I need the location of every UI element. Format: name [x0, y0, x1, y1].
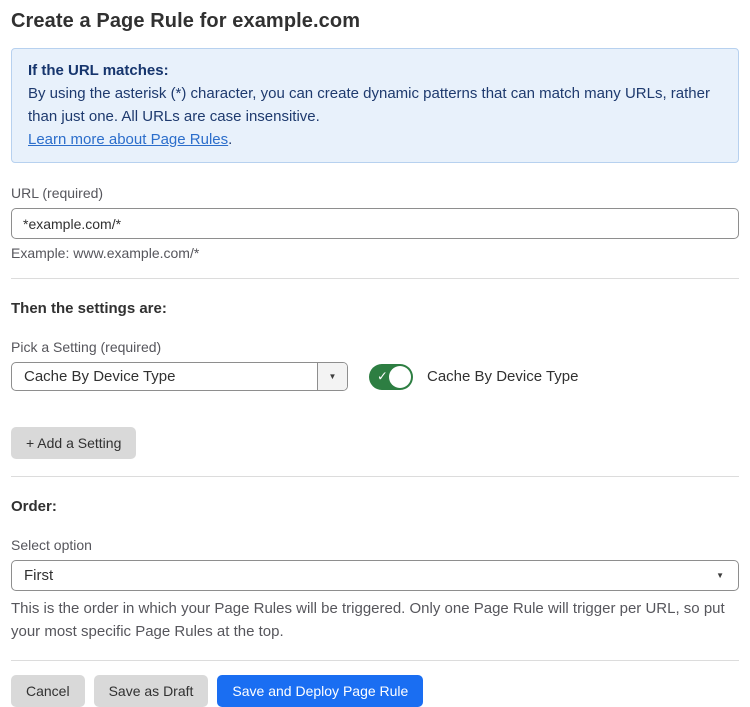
create-page-rule-form: Create a Page Rule for example.com If th…: [0, 0, 750, 707]
url-matches-info-box: If the URL matches: By using the asteris…: [11, 48, 739, 163]
setting-dropdown-value: Cache By Device Type: [12, 363, 317, 390]
setting-dropdown-arrow-button[interactable]: ▼: [317, 363, 347, 390]
learn-more-link[interactable]: Learn more about Page Rules: [28, 131, 228, 148]
url-field-label: URL (required): [11, 185, 739, 201]
link-period: .: [228, 131, 232, 148]
cancel-button[interactable]: Cancel: [11, 675, 85, 707]
order-select-label: Select option: [11, 537, 739, 553]
page-title: Create a Page Rule for example.com: [11, 10, 739, 33]
info-box-link-line: Learn more about Page Rules.: [28, 128, 722, 151]
divider: [11, 278, 739, 279]
toggle-knob: [389, 366, 411, 388]
settings-section-heading: Then the settings are:: [11, 300, 739, 317]
setting-row: Cache By Device Type ▼ ✓ Cache By Device…: [11, 362, 739, 391]
pick-setting-label: Pick a Setting (required): [11, 339, 739, 355]
setting-dropdown[interactable]: Cache By Device Type ▼: [11, 362, 348, 391]
chevron-down-icon: ▼: [329, 373, 337, 381]
order-select[interactable]: First ▼: [11, 560, 739, 591]
order-section-heading: Order:: [11, 498, 739, 515]
divider: [11, 660, 739, 661]
order-help-text: This is the order in which your Page Rul…: [11, 597, 739, 643]
save-as-draft-button[interactable]: Save as Draft: [94, 675, 209, 707]
cache-by-device-type-toggle[interactable]: ✓: [369, 364, 413, 390]
add-setting-button[interactable]: + Add a Setting: [11, 427, 136, 459]
info-box-heading: If the URL matches:: [28, 59, 722, 82]
url-input[interactable]: [11, 208, 739, 239]
info-box-body: By using the asterisk (*) character, you…: [28, 82, 722, 128]
url-example-hint: Example: www.example.com/*: [11, 245, 739, 261]
toggle-label: Cache By Device Type: [427, 368, 578, 385]
save-and-deploy-button[interactable]: Save and Deploy Page Rule: [217, 675, 423, 707]
check-icon: ✓: [377, 368, 388, 384]
form-actions: Cancel Save as Draft Save and Deploy Pag…: [11, 675, 739, 707]
order-select-value: First: [24, 567, 716, 584]
chevron-down-icon: ▼: [716, 572, 724, 580]
divider: [11, 476, 739, 477]
